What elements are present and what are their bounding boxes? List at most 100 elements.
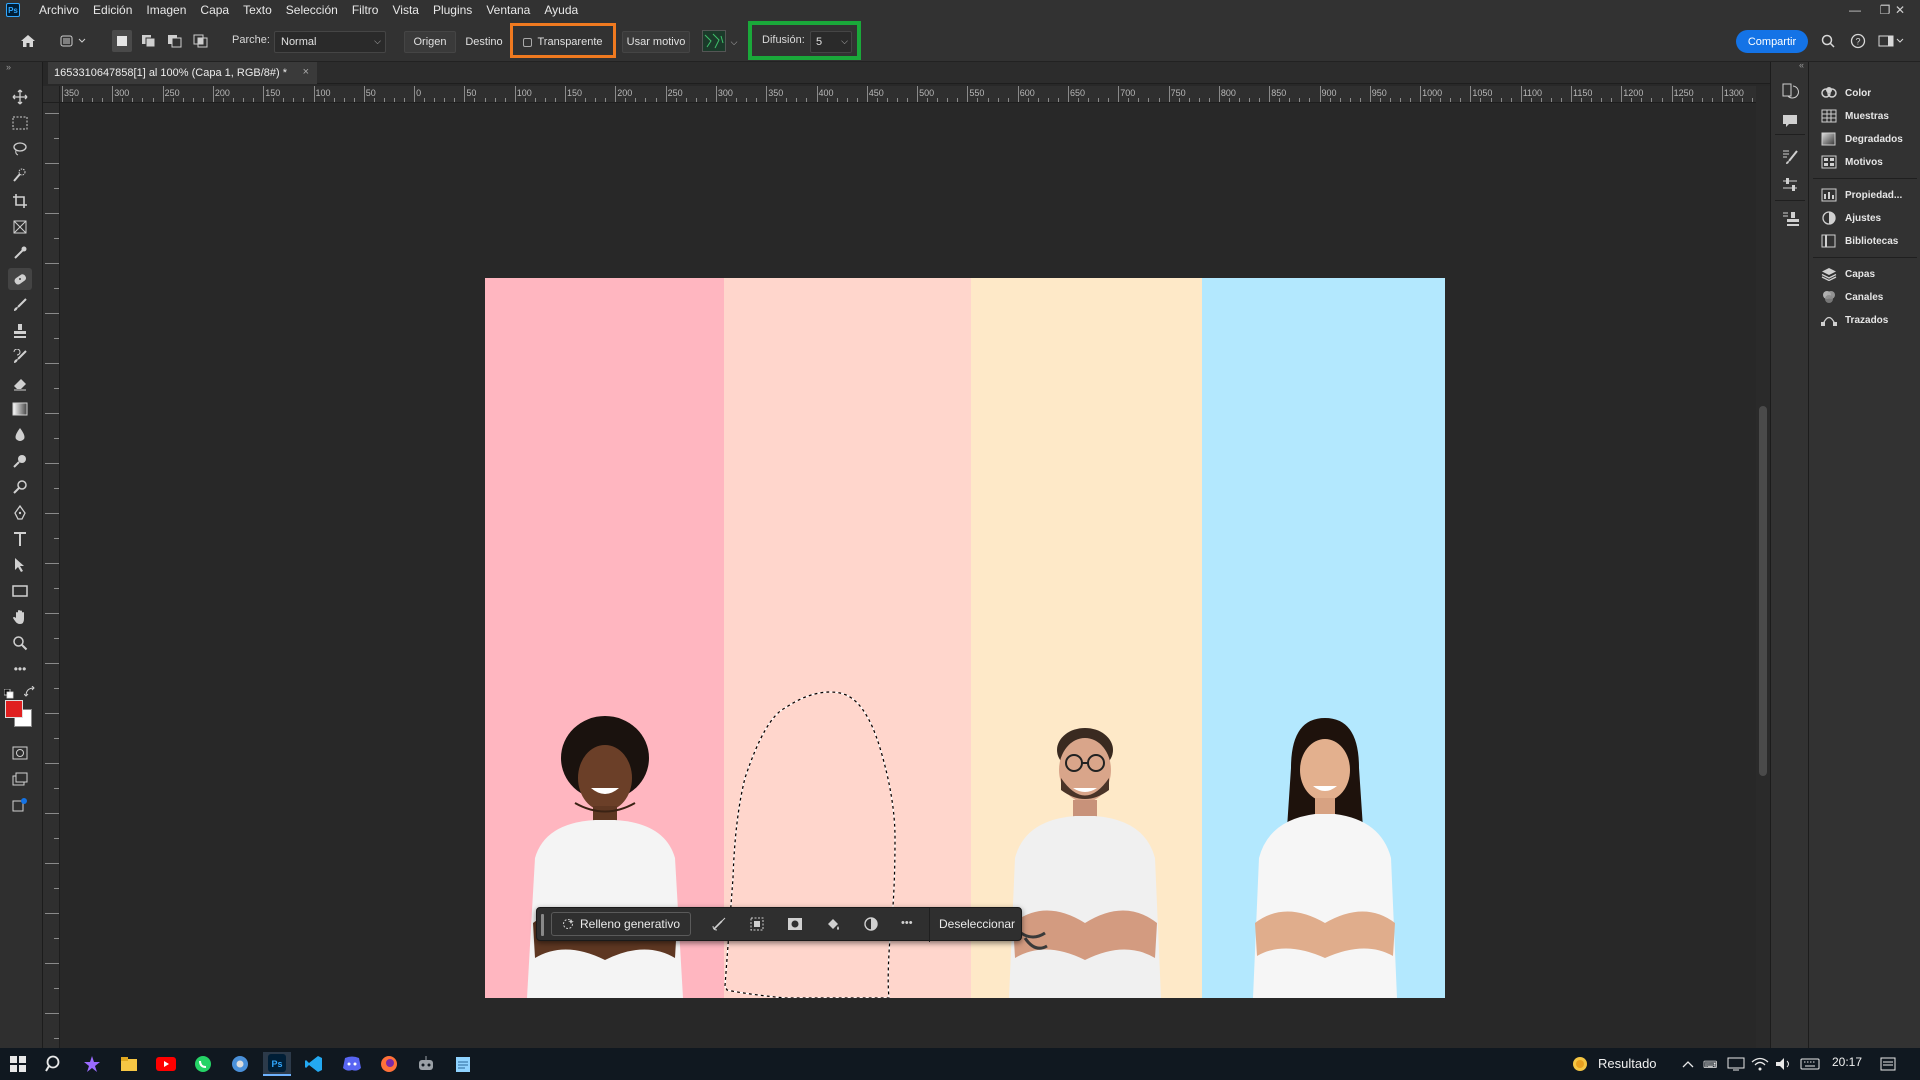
collapse-panels-icon[interactable]: « [1799,60,1804,70]
search-icon[interactable] [42,1052,66,1076]
menu-imagen[interactable]: Imagen [139,3,193,17]
volume-icon[interactable] [1772,1052,1796,1076]
menu-capa[interactable]: Capa [193,3,236,17]
menu-vista[interactable]: Vista [385,3,425,17]
hand-tool-icon[interactable] [8,606,32,628]
whatsapp-icon[interactable] [191,1052,215,1076]
adjustments-sliders-icon[interactable] [1781,176,1799,194]
vertical-scrollbar[interactable] [1756,86,1770,1048]
search-icon[interactable] [8,476,32,498]
youtube-icon[interactable] [154,1052,178,1076]
display-icon[interactable] [1724,1052,1748,1076]
chrome-icon[interactable] [228,1052,252,1076]
new-selection-icon[interactable] [112,30,132,52]
brush-settings-icon[interactable] [1781,148,1799,166]
share-button[interactable]: Compartir [1736,30,1808,53]
history-panel-icon[interactable] [1781,82,1799,100]
pattern-dropdown-icon[interactable]: ⌵ [728,31,740,53]
search-icon[interactable] [1818,30,1838,52]
vscode-icon[interactable] [302,1052,326,1076]
more-tools-icon[interactable]: ••• [8,658,32,680]
document-canvas[interactable] [485,278,1445,998]
edit-toolbar-icon[interactable] [8,794,32,816]
comments-panel-icon[interactable] [1781,112,1799,130]
close-tab-icon[interactable]: × [303,66,309,78]
pen-tool-icon[interactable] [8,502,32,524]
marquee-tool-icon[interactable] [8,112,32,134]
clock[interactable]: 20:17 [1832,1055,1862,1069]
collapse-arrows-icon[interactable]: » [6,62,11,72]
history-brush-tool-icon[interactable] [8,346,32,368]
document-tab[interactable]: 1653310647858[1] al 100% (Capa 1, RGB/8#… [48,62,317,84]
move-tool-icon[interactable] [8,86,32,108]
spot-healing-tool-icon[interactable] [8,268,32,290]
scrollbar-thumb[interactable] [1759,406,1767,776]
quick-selection-tool-icon[interactable] [8,164,32,186]
crop-tool-icon[interactable] [8,190,32,212]
use-pattern-button[interactable]: Usar motivo [622,31,690,53]
swap-colors-icon[interactable] [23,685,36,697]
subtract-selection-icon[interactable] [164,30,186,52]
help-icon[interactable]: ? [1848,30,1868,52]
app-bot-icon[interactable] [414,1052,438,1076]
horizontal-ruler[interactable]: 350 300 250 200 150 100 50 0 50 100 150 200 250 300 35… [60,86,1756,103]
eraser-tool-icon[interactable] [8,372,32,394]
path-selection-tool-icon[interactable] [8,554,32,576]
wifi-icon[interactable] [1748,1052,1772,1076]
lasso-tool-icon[interactable] [8,138,32,160]
menu-ventana[interactable]: Ventana [479,3,537,17]
windows-start-icon[interactable] [6,1052,30,1076]
blur-tool-icon[interactable] [8,424,32,446]
adjustment-layer-icon[interactable] [863,916,881,934]
foreground-color-swatch[interactable] [5,700,23,718]
vertical-ruler[interactable] [43,103,60,1048]
gradient-tool-icon[interactable] [8,398,32,420]
frame-tool-icon[interactable] [8,216,32,238]
menu-filtro[interactable]: Filtro [345,3,386,17]
eyedropper-tool-icon[interactable] [8,242,32,264]
transparent-checkbox[interactable]: Transparente [518,31,608,53]
intersect-selection-icon[interactable] [190,30,212,52]
brush-tool-icon[interactable] [8,294,32,316]
generative-fill-button[interactable]: Relleno generativo [551,912,692,936]
ruler-origin[interactable] [43,86,60,103]
keyboard-layout-icon[interactable]: ⌨ [1700,1052,1724,1076]
diffusion-select[interactable]: 5 ⌵ [810,31,852,53]
firefox-icon[interactable] [377,1052,401,1076]
invert-selection-icon[interactable] [749,916,767,934]
quick-mask-icon[interactable] [8,742,32,764]
notifications-icon[interactable] [1876,1052,1900,1076]
drag-handle[interactable] [541,914,544,936]
source-button[interactable]: Origen [404,31,456,53]
chevron-up-icon[interactable] [1676,1052,1700,1076]
discord-icon[interactable] [340,1052,364,1076]
workspace-icon[interactable] [1876,30,1906,52]
modify-selection-icon[interactable] [711,916,729,934]
file-explorer-icon[interactable] [117,1052,141,1076]
notepad-icon[interactable] [451,1052,475,1076]
more-options-icon[interactable]: ••• [901,917,913,929]
selection-outline[interactable] [485,278,1445,998]
clone-source-icon[interactable] [1781,210,1799,228]
menu-texto[interactable]: Texto [236,3,279,17]
app-colorful-icon[interactable] [80,1052,104,1076]
type-tool-icon[interactable] [8,528,32,550]
menu-plugins[interactable]: Plugins [426,3,479,17]
destination-button[interactable]: Destino [459,31,509,53]
tool-preset-picker[interactable] [58,30,90,52]
zoom-tool-icon[interactable] [8,632,32,654]
panel-paths[interactable]: Trazados [1809,307,1920,333]
menu-edicion[interactable]: Edición [86,3,139,17]
panel-patterns[interactable]: Motivos [1809,149,1920,175]
pattern-swatch[interactable] [702,30,726,52]
fill-selection-icon[interactable] [825,916,843,934]
keyboard-icon[interactable] [1798,1052,1822,1076]
mask-icon[interactable] [787,916,805,934]
menu-archivo[interactable]: Archivo [32,3,86,17]
photoshop-logo-icon[interactable]: Ps [6,3,20,17]
clone-stamp-tool-icon[interactable] [8,320,32,342]
home-icon[interactable] [16,30,40,52]
close-icon[interactable]: ✕ [1880,0,1920,20]
rectangle-tool-icon[interactable] [8,580,32,602]
menu-seleccion[interactable]: Selección [279,3,345,17]
